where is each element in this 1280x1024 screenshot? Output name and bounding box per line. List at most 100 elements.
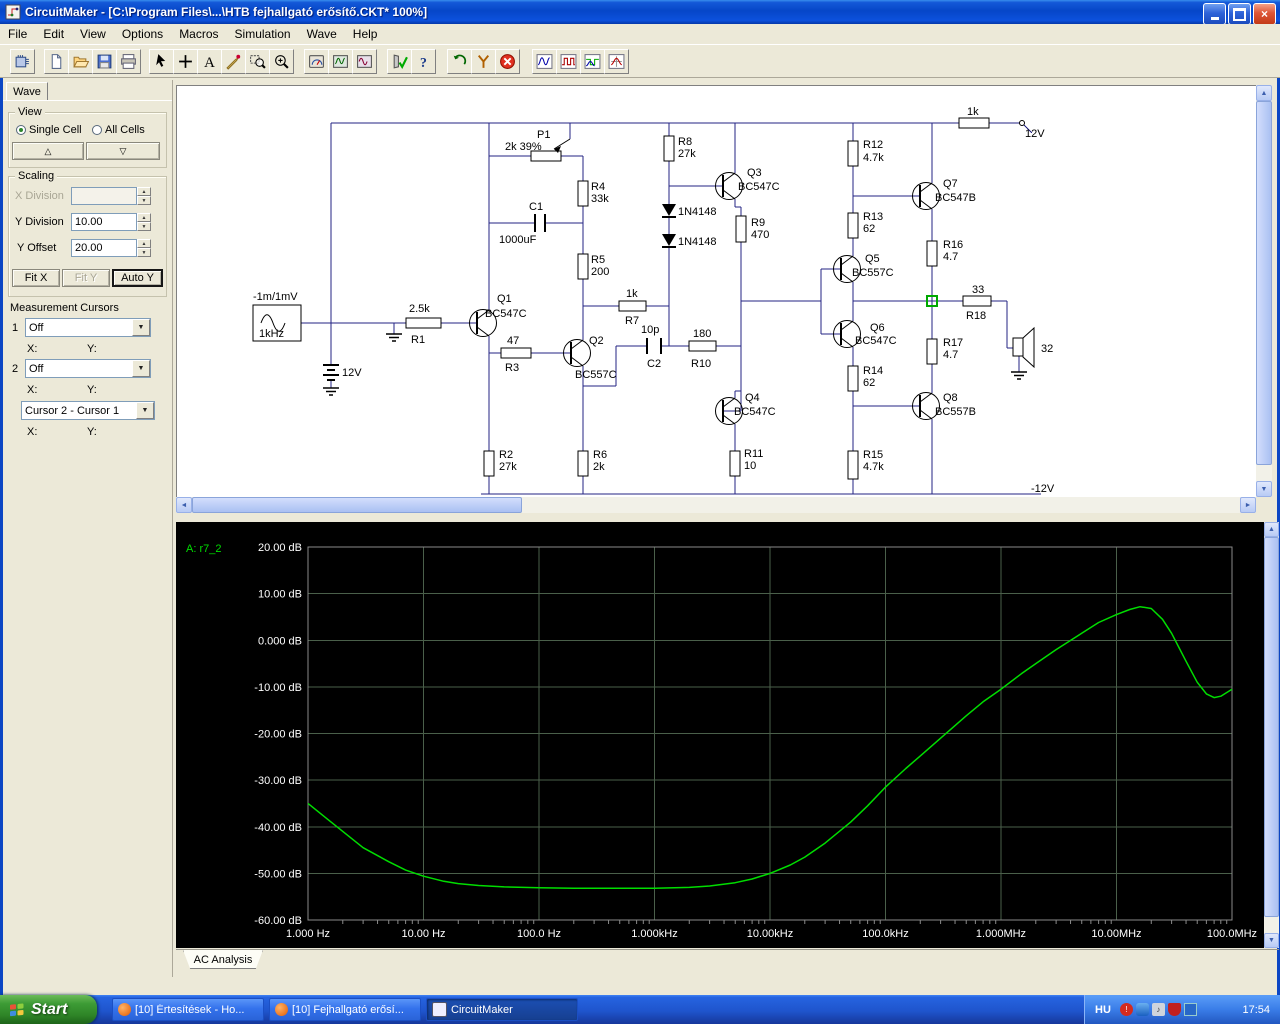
print-button[interactable] [116,49,141,74]
resistor-symbol[interactable] [847,212,859,239]
task-button-2[interactable]: [10] Fejhallgató erősí... [269,998,421,1021]
resistor-symbol[interactable] [735,215,747,243]
menu-help[interactable]: Help [345,24,386,41]
menu-simulation[interactable]: Simulation [227,24,299,41]
tray-volume-icon[interactable]: ♪ [1151,1003,1165,1016]
vscroll-thumb[interactable] [1256,101,1272,465]
spin-up-icon[interactable]: ▲ [137,187,151,196]
scroll-up-icon[interactable]: ▲ [1264,522,1279,537]
signal-generator-button[interactable] [352,49,377,74]
junction-button[interactable] [173,49,198,74]
scroll-down-icon[interactable]: ▼ [1256,481,1272,497]
resistor-symbol[interactable] [847,365,859,392]
resistor-symbol[interactable] [405,317,442,329]
spin-down-icon[interactable]: ▼ [137,196,151,205]
spin-up-icon[interactable]: ▲ [137,239,151,248]
menu-view[interactable]: View [72,24,114,41]
resistor-symbol[interactable] [729,450,741,477]
resistor-symbol[interactable] [663,135,675,162]
hscroll-thumb[interactable] [192,497,522,513]
auto-y-button[interactable]: Auto Y [112,269,163,287]
help-button[interactable]: ? [411,49,436,74]
mixed-waveforms-button[interactable] [580,49,605,74]
waveform-plot[interactable]: 20.00 dB 10.00 dB 0.000 dB -10.00 dB -20.00 … [176,522,1264,948]
maximize-button[interactable] [1228,3,1251,25]
oscilloscope-button[interactable] [328,49,353,74]
speaker-symbol[interactable] [1012,337,1024,357]
zoom-button[interactable] [269,49,294,74]
cursor-diff-select[interactable]: Cursor 2 - Cursor 1 ▼ [21,401,155,420]
resistor-symbol[interactable] [688,340,717,352]
resistor-symbol[interactable] [483,450,495,477]
parts-button[interactable] [10,49,35,74]
spin-up-icon[interactable]: ▲ [137,213,151,222]
text-button[interactable]: A [197,49,222,74]
fit-x-button[interactable]: Fit X [12,269,60,287]
menu-file[interactable]: File [0,24,35,41]
stop-simulation-button[interactable] [495,49,520,74]
minimize-button[interactable] [1203,3,1226,25]
diode-symbol[interactable] [662,234,676,246]
radio-single-cell[interactable]: Single Cell [16,124,82,136]
schematic-canvas[interactable]: P12k 39%R433kC11000uFR5200R827k1N41481N4… [177,86,1256,497]
chevron-down-icon[interactable]: ▼ [136,402,154,419]
digital-waveforms-button[interactable] [556,49,581,74]
radio-all-cells[interactable]: All Cells [92,124,145,136]
menu-wave[interactable]: Wave [299,24,345,41]
ac-analysis-tab[interactable]: AC Analysis [183,950,263,969]
save-button[interactable] [92,49,117,74]
resistor-symbol[interactable] [577,450,589,477]
zoom-window-button[interactable] [245,49,270,74]
scroll-right-icon[interactable]: ► [1240,497,1256,513]
potentiometer-wiper[interactable] [553,138,571,150]
close-button[interactable]: × [1253,3,1276,25]
resistor-symbol[interactable] [618,300,647,312]
resistor-symbol[interactable] [577,180,589,207]
tray-clock[interactable]: 17:54 [1242,1004,1270,1016]
tray-antivirus-icon[interactable] [1167,1003,1181,1016]
tray-security-alert-icon[interactable]: ! [1119,1003,1133,1016]
probe-button[interactable] [221,49,246,74]
vscroll-thumb[interactable] [1264,537,1279,917]
menu-edit[interactable]: Edit [35,24,72,41]
resistor-symbol[interactable] [926,338,938,365]
resistor-symbol[interactable] [847,140,859,167]
probe-tool-button[interactable] [471,49,496,74]
x-division-spinner[interactable]: ▲ ▼ [137,187,151,205]
resistor-symbol[interactable] [577,253,589,280]
y-division-spinner[interactable]: ▲ ▼ [137,213,151,231]
tray-messenger-icon[interactable] [1135,1003,1149,1016]
diode-symbol[interactable] [662,204,676,216]
start-button[interactable]: Start [0,995,97,1024]
resistor-symbol[interactable] [962,295,992,307]
new-button[interactable] [44,49,69,74]
wave-tab[interactable]: Wave [6,82,48,101]
schematic-hscrollbar[interactable]: ◄ ► [176,497,1256,513]
task-button-1[interactable]: [10] Értesítések - Ho... [112,998,264,1021]
scroll-up-icon[interactable]: ▲ [1256,85,1272,101]
resistor-symbol[interactable] [847,450,859,480]
rotate-button[interactable] [447,49,472,74]
fit-y-button[interactable]: Fit Y [62,269,110,287]
y-offset-input[interactable] [71,239,137,257]
spin-down-icon[interactable]: ▼ [137,248,151,257]
task-button-3[interactable]: CircuitMaker [426,998,578,1021]
y-division-input[interactable] [71,213,137,231]
multimeter-button[interactable] [304,49,329,74]
resistor-symbol[interactable] [926,240,938,267]
cursor2-select[interactable]: Off ▼ [25,359,151,378]
chevron-down-icon[interactable]: ▼ [132,360,150,377]
spin-down-icon[interactable]: ▼ [137,222,151,231]
y-offset-spinner[interactable]: ▲ ▼ [137,239,151,257]
plot-vscrollbar[interactable]: ▲ ▼ [1264,522,1279,948]
select-button[interactable] [149,49,174,74]
analog-waveforms-button[interactable] [532,49,557,74]
scroll-down-icon[interactable]: ▼ [1264,933,1279,948]
scroll-left-icon[interactable]: ◄ [176,497,192,513]
resistor-symbol[interactable] [500,347,532,359]
cell-waveforms-button[interactable] [604,49,629,74]
cell-up-button[interactable]: △ [12,142,84,160]
menu-options[interactable]: Options [114,24,171,41]
tray-network-icon[interactable] [1183,1003,1197,1016]
menu-macros[interactable]: Macros [171,24,226,41]
